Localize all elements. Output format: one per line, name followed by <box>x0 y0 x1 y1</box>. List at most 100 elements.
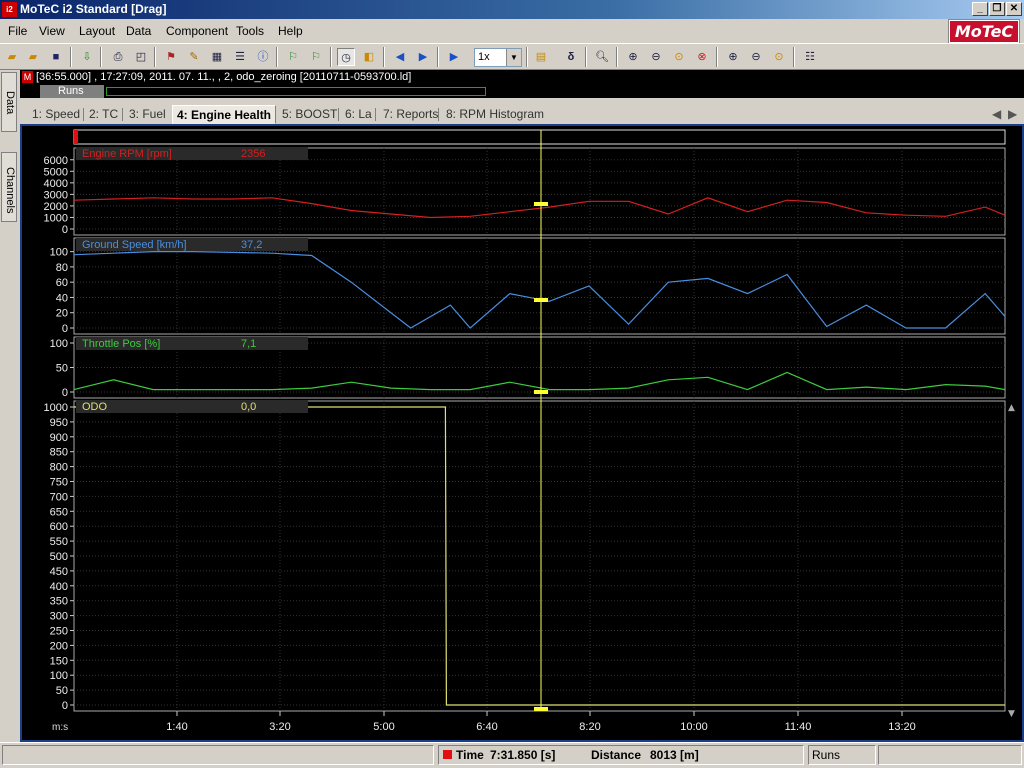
y-tick-label: 350 <box>50 596 68 608</box>
tab-rpm-histogram[interactable]: 8: RPM Histogram <box>442 105 548 124</box>
delta-icon[interactable]: δ <box>562 48 580 66</box>
y-tick-label: 600 <box>50 521 68 533</box>
y-tick-label: 850 <box>50 447 68 459</box>
overview-bar <box>73 129 1006 145</box>
overlay-icon[interactable]: ◧ <box>360 48 378 66</box>
tab-boost[interactable]: 5: BOOST <box>278 105 341 124</box>
edit-icon[interactable]: ✎ <box>185 48 203 66</box>
layout-settings-icon[interactable]: ☷ <box>801 48 819 66</box>
menu-tools[interactable]: Tools <box>236 24 264 38</box>
import-arrow-icon[interactable]: ⇩ <box>78 48 96 66</box>
zoom-in-icon[interactable]: ⊕ <box>624 48 642 66</box>
series-cursor-value: 2356 <box>241 148 265 160</box>
y-tick-label: 550 <box>50 536 68 548</box>
motec-logo: MoTeC <box>949 20 1019 43</box>
x-tick-label: 10:00 <box>680 721 708 733</box>
menu-help[interactable]: Help <box>278 24 303 38</box>
print-icon[interactable]: ⎙ <box>109 48 127 66</box>
runs-label: Runs <box>40 85 104 98</box>
tab-separator <box>122 108 123 121</box>
y-tick-label: 1000 <box>44 212 68 224</box>
new-icon[interactable]: ▰ <box>3 48 21 66</box>
tab-speed[interactable]: 1: Speed <box>28 105 84 124</box>
tab-scroll-right-icon[interactable]: ▶ <box>1004 105 1021 124</box>
channels-side-tab[interactable]: Channels <box>1 152 17 222</box>
print-preview-icon[interactable]: ◰ <box>132 48 150 66</box>
runs-range-bar[interactable] <box>106 87 486 96</box>
event-flag-icon[interactable]: ⚑ <box>162 48 180 66</box>
menu-bar: File View Layout Data Component Tools He… <box>0 19 1024 43</box>
play-icon[interactable]: ▶ <box>445 48 463 66</box>
x-tick-label: 6:40 <box>476 721 497 733</box>
next-lap-icon[interactable]: ▶ <box>414 48 432 66</box>
tab-scroll-left-icon[interactable]: ◀ <box>988 105 1005 124</box>
tab-separator <box>375 108 376 121</box>
data-side-tab-label: Data <box>4 91 16 115</box>
chevron-down-icon[interactable]: ▼ <box>506 49 521 66</box>
overview-start-marker <box>74 130 78 144</box>
cursor-marker <box>534 390 548 394</box>
marker-add-icon[interactable]: ⚐ <box>307 48 325 66</box>
menu-view[interactable]: View <box>39 24 65 38</box>
clock-icon[interactable]: ◷ <box>337 48 355 66</box>
menu-layout[interactable]: Layout <box>79 24 115 38</box>
zoom-icon[interactable]: 🔍︎ <box>593 48 611 66</box>
app-icon: i2 <box>2 2 17 17</box>
previous-lap-icon[interactable]: ◀ <box>391 48 409 66</box>
zoom-fit-icon[interactable]: ⊙ <box>670 48 688 66</box>
distance-value: 8013 [m] <box>650 748 699 762</box>
worksheet-tab-bar: 1: Speed 2: TC 3: Fuel 4: Engine Health … <box>20 102 1024 124</box>
tab-engine-health[interactable]: 4: Engine Health <box>172 105 277 124</box>
series-name-label: Ground Speed [km/h] <box>82 239 187 251</box>
properties-icon[interactable]: ▤ <box>532 48 550 66</box>
playback-speed-select[interactable]: 1x ▼ <box>474 48 522 67</box>
x-tick-label: 8:20 <box>579 721 600 733</box>
zoom-fit-x-icon[interactable]: ⊙ <box>770 48 788 66</box>
tab-fuel[interactable]: 3: Fuel <box>125 105 170 124</box>
data-side-tab[interactable]: Data <box>1 72 17 132</box>
y-tick-label: 2000 <box>44 201 68 213</box>
minimize-button[interactable]: _ <box>972 2 988 16</box>
status-panel-runs: Runs <box>808 745 876 765</box>
tab-reports[interactable]: 7: Reports <box>379 105 442 124</box>
y-tick-label: 0 <box>62 700 68 712</box>
y-tick-label: 3000 <box>44 189 68 201</box>
toolbar-separator <box>585 47 587 67</box>
close-button[interactable]: ✕ <box>1006 2 1022 16</box>
table-icon[interactable]: ☰ <box>231 48 249 66</box>
y-tick-label: 0 <box>62 387 68 399</box>
tab-la[interactable]: 6: La <box>341 105 376 124</box>
y-tick-label: 950 <box>50 417 68 429</box>
y-tick-label: 20 <box>56 308 68 320</box>
status-bar: Time 7:31.850 [s] Distance 8013 [m] Runs <box>0 742 1024 768</box>
zoom-reset-icon[interactable]: ⊗ <box>693 48 711 66</box>
y-tick-label: 100 <box>50 338 68 350</box>
time-distance-graph[interactable]: 6000 5000 4000 3000 2000 1000 0 Engine RPM [rpm… <box>20 124 1024 742</box>
time-axis-unit: m:s <box>52 722 68 733</box>
y-tick-label: 1000 <box>44 402 68 414</box>
y-tick-label: 5000 <box>44 166 68 178</box>
window-title: MoTeC i2 Standard [Drag] <box>20 2 167 16</box>
cursor-marker <box>534 298 548 302</box>
menu-component[interactable]: Component <box>166 24 228 38</box>
playback-speed-value: 1x <box>478 51 490 63</box>
marker-icon[interactable]: ⚐ <box>284 48 302 66</box>
tab-tc[interactable]: 2: TC <box>85 105 122 124</box>
y-tick-label: 100 <box>50 247 68 259</box>
menu-file[interactable]: File <box>8 24 27 38</box>
y-tick-label: 450 <box>50 566 68 578</box>
toolbar-separator <box>716 47 718 67</box>
zoom-in-x-icon[interactable]: ⊕ <box>724 48 742 66</box>
save-icon[interactable]: ■ <box>47 48 65 66</box>
info-icon[interactable]: ⓘ <box>254 48 272 66</box>
menu-data[interactable]: Data <box>126 24 151 38</box>
open-folder-icon[interactable]: ▰ <box>24 48 42 66</box>
zoom-out-icon[interactable]: ⊖ <box>647 48 665 66</box>
calculator-icon[interactable]: ▦ <box>208 48 226 66</box>
restore-button[interactable]: ❐ <box>989 2 1005 16</box>
title-bar: i2 MoTeC i2 Standard [Drag] _ ❐ ✕ <box>0 0 1024 19</box>
graph-canvas[interactable]: 6000500040003000200010000Engine RPM [rpm… <box>22 126 1022 740</box>
x-tick-label: 5:00 <box>373 721 394 733</box>
toolbar-separator <box>616 47 618 67</box>
zoom-out-x-icon[interactable]: ⊖ <box>747 48 765 66</box>
